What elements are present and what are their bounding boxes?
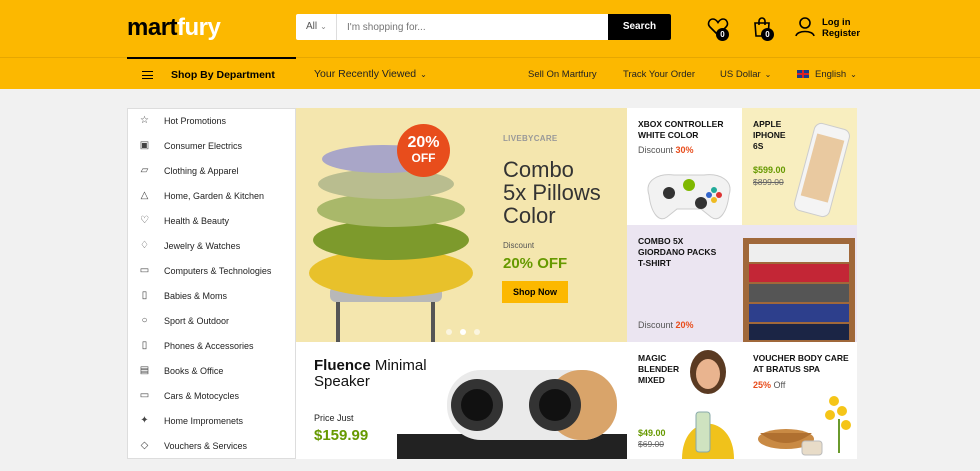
- xbox-controller-image: [647, 174, 731, 220]
- cart-button[interactable]: 0: [751, 16, 774, 41]
- chevron-down-icon: ⌄: [850, 70, 857, 79]
- sidebar-item-computers[interactable]: ▭ Computers & Technologies: [128, 259, 296, 284]
- heart-pulse-icon: ♡: [140, 215, 149, 226]
- phone-icon: ▯: [141, 340, 148, 351]
- apple-iphone-tile[interactable]: APPLE IPHONE 6S $599.00 $899.00: [742, 108, 857, 225]
- sidebar-item-health-beauty[interactable]: ♡ Health & Beauty: [128, 209, 296, 234]
- shop-now-button[interactable]: Shop Now: [502, 281, 568, 303]
- main-navigation: Shop By Department Your Recently Viewed ⌄…: [0, 57, 980, 89]
- hero-slider[interactable]: LIVEBYCARE Combo 5x Pillows Color Discou…: [296, 108, 627, 342]
- sidebar-item-consumer-electrics[interactable]: ▣ Consumer Electrics: [128, 134, 296, 159]
- tile-title: COMBO 5X GIORDANO PACKS T-SHIRT: [638, 236, 717, 268]
- xbox-controller-tile[interactable]: XBOX CONTROLLER WHITE COLOR Discount 30%: [627, 108, 742, 225]
- sidebar-item-hot-promotions[interactable]: ☆ Hot Promotions: [128, 109, 296, 134]
- chevron-down-icon: ⌄: [420, 70, 427, 79]
- book-icon: ▤: [139, 365, 150, 376]
- voucher-body-care-tile[interactable]: VOUCHER BODY CARE AT BRATUS SPA 25% Off: [742, 342, 857, 459]
- site-header: martfury All⌄ Search 0 0 Log in Register: [0, 0, 980, 57]
- tile-discount: Discount 20%: [638, 320, 694, 330]
- tile-title: XBOX CONTROLLER WHITE COLOR: [638, 119, 724, 140]
- sell-link[interactable]: Sell On Martfury: [528, 69, 597, 80]
- language-dropdown[interactable]: English ⌄: [797, 69, 857, 80]
- speaker-price: $159.99: [314, 427, 369, 444]
- sidebar-item-home-improvements[interactable]: ✦ Home Impromenets: [128, 409, 296, 434]
- search-input[interactable]: [338, 14, 606, 40]
- lamp-icon: △: [140, 190, 149, 201]
- uk-flag-icon: [797, 70, 809, 79]
- spa-products-image: [758, 396, 851, 456]
- star-icon: ☆: [140, 115, 149, 126]
- speaker-image: [397, 370, 627, 459]
- speaker-price-label: Price Just: [314, 413, 354, 423]
- sidebar-item-home-garden[interactable]: △ Home, Garden & Kitchen: [128, 184, 296, 209]
- sidebar-item-books[interactable]: ▤ Books & Office: [128, 359, 296, 384]
- tile-title: VOUCHER BODY CARE AT BRATUS SPA: [753, 353, 849, 374]
- woman-with-blender-image: [682, 350, 734, 459]
- baby-bottle-icon: ▯: [141, 290, 148, 301]
- shirt-icon: ▱: [140, 165, 149, 176]
- slider-dot[interactable]: [474, 329, 480, 335]
- slider-dot[interactable]: [446, 329, 452, 335]
- register-link[interactable]: Register: [822, 28, 860, 39]
- search-bar: All⌄ Search: [296, 14, 671, 40]
- hero-discount-value: 20% OFF: [503, 255, 568, 272]
- hero-brand: LIVEBYCARE: [503, 134, 558, 143]
- logo[interactable]: martfury: [127, 14, 221, 42]
- slider-dot[interactable]: [460, 329, 466, 335]
- ball-icon: ○: [141, 315, 148, 326]
- category-select[interactable]: All ⌄: [296, 14, 337, 40]
- track-order-link[interactable]: Track Your Order: [623, 69, 695, 80]
- car-icon: ▭: [139, 390, 150, 401]
- tile-title: APPLE IPHONE 6S: [753, 119, 786, 151]
- search-button[interactable]: Search: [608, 14, 671, 40]
- menu-icon: [142, 71, 153, 79]
- tshirt-stack-image: [743, 238, 855, 342]
- sidebar-item-jewelry[interactable]: ♢ Jewelry & Watches: [128, 234, 296, 259]
- sidebar-item-cars[interactable]: ▭ Cars & Motocycles: [128, 384, 296, 409]
- magic-blender-tile[interactable]: MAGIC BLENDER MIXED $49.00 $69.00: [627, 342, 742, 459]
- tile-price: $49.00: [638, 428, 666, 438]
- iphone-image: [794, 122, 850, 218]
- tag-icon: ◇: [140, 440, 149, 451]
- giordano-tshirt-tile[interactable]: COMBO 5X GIORDANO PACKS T-SHIRT Discount 2…: [627, 225, 857, 342]
- desktop-icon: ▭: [139, 265, 150, 276]
- tile-discount: Discount 30%: [638, 145, 694, 155]
- login-link[interactable]: Log in: [822, 17, 860, 28]
- sidebar-item-babies[interactable]: ▯ Babies & Moms: [128, 284, 296, 309]
- tile-old-price: $69.00: [638, 439, 664, 449]
- wishlist-button[interactable]: 0: [707, 16, 729, 41]
- diamond-icon: ♢: [140, 240, 149, 251]
- wrench-icon: ✦: [140, 415, 149, 426]
- laundry-icon: ▣: [139, 140, 150, 151]
- sidebar-item-phones[interactable]: ▯ Phones & Accessories: [128, 334, 296, 359]
- cart-count-badge: 0: [761, 28, 774, 41]
- pillows-image: [309, 145, 473, 342]
- sidebar-item-clothing[interactable]: ▱ Clothing & Apparel: [128, 159, 296, 184]
- hero-title: Combo 5x Pillows Color: [503, 157, 601, 228]
- slider-dots: [446, 322, 488, 340]
- sidebar-item-vouchers[interactable]: ◇ Vouchers & Services: [128, 434, 296, 459]
- account-links: Log in Register: [822, 17, 860, 39]
- department-sidebar: ☆ Hot Promotions ▣ Consumer Electrics ▱ Clo…: [127, 108, 296, 459]
- currency-dropdown[interactable]: US Dollar ⌄: [720, 69, 771, 80]
- wishlist-count-badge: 0: [716, 28, 729, 41]
- user-icon[interactable]: [794, 16, 816, 38]
- shop-by-department-toggle[interactable]: Shop By Department: [127, 57, 296, 89]
- speaker-banner[interactable]: Fluence Minimal Speaker Price Just $159.…: [296, 342, 627, 459]
- tile-old-price: $899.00: [753, 177, 784, 187]
- chevron-down-icon: ⌄: [764, 70, 772, 79]
- sidebar-item-sport[interactable]: ○ Sport & Outdoor: [128, 309, 296, 334]
- chevron-down-icon: ⌄: [320, 22, 327, 31]
- discount-badge: 20% OFF: [397, 124, 450, 177]
- tile-price: $599.00: [753, 165, 786, 175]
- hero-discount-label: Discount: [503, 241, 535, 250]
- recently-viewed-dropdown[interactable]: Your Recently Viewed ⌄: [314, 68, 427, 80]
